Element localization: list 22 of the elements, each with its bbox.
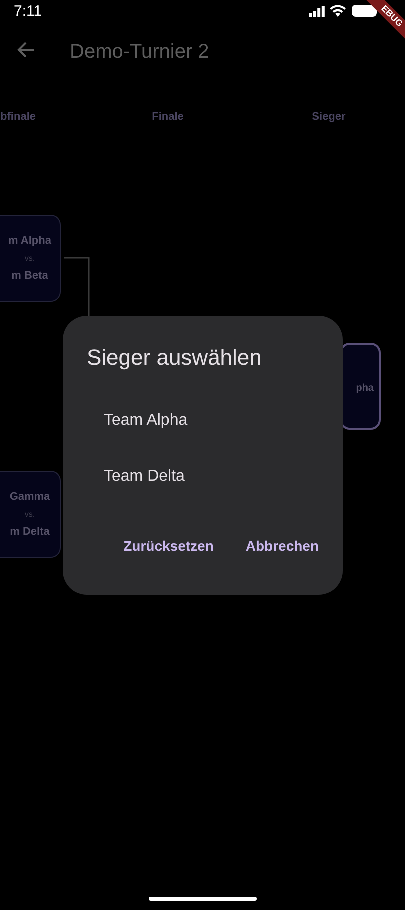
text-button[interactable]: Zurücksetzen <box>124 534 214 559</box>
round-label: Finale <box>151 110 185 125</box>
page-title: Demo-Turnier 2 <box>70 40 210 65</box>
battery-icon <box>352 5 377 17</box>
team-name: m Beta <box>12 268 48 284</box>
option-item[interactable]: Team Alpha <box>63 393 343 449</box>
versus-label: vs. <box>24 252 36 264</box>
connector-line <box>64 257 91 319</box>
team-name: m Delta <box>10 524 50 540</box>
signal-icon <box>309 6 325 17</box>
winner-name: pha <box>356 382 374 396</box>
wifi-icon <box>330 5 346 17</box>
team-name: Gamma <box>10 490 50 505</box>
text-button[interactable]: Abbrechen <box>246 534 319 559</box>
option-item[interactable]: Team Delta <box>63 449 343 505</box>
round-label: bfinale <box>0 110 36 125</box>
team-name: m Alpha <box>8 234 52 249</box>
dialog-title: Sieger auswählen <box>87 344 262 372</box>
status-time: 7:11 <box>14 2 42 22</box>
back-arrow-icon[interactable] <box>17 41 35 59</box>
versus-label: vs. <box>24 508 36 520</box>
round-label: Sieger <box>311 110 347 125</box>
